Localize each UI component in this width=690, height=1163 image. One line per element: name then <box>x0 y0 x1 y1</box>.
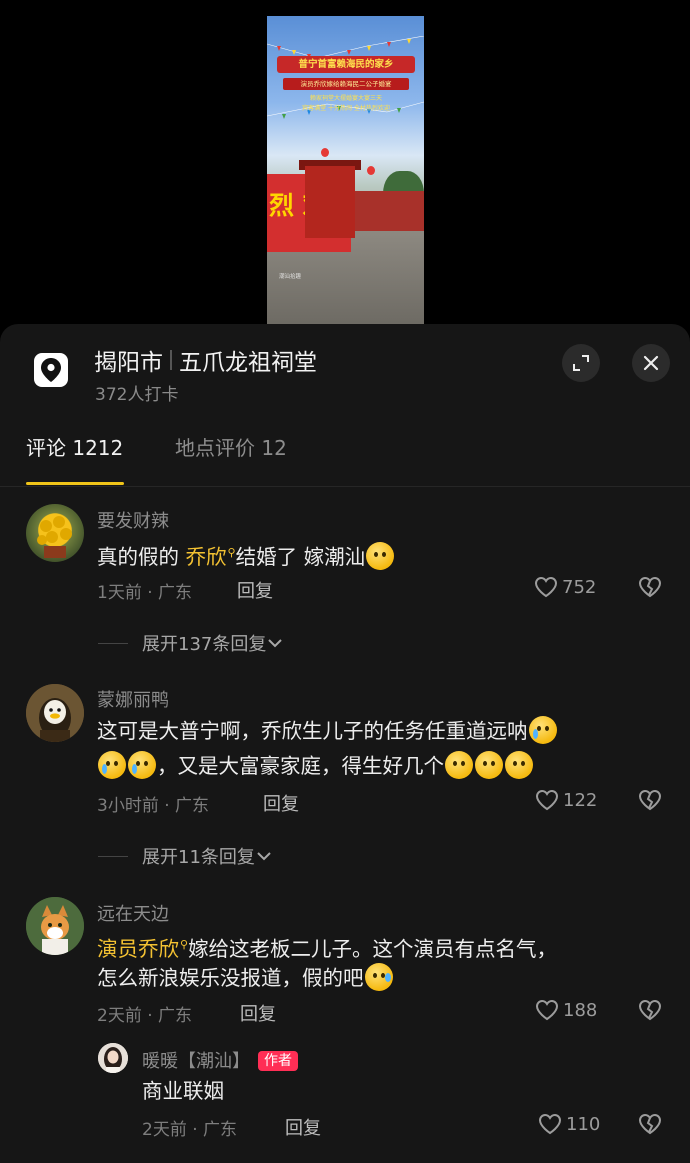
heart-icon <box>535 789 559 811</box>
like-button[interactable]: 752 <box>534 576 596 598</box>
crying-face-emoji-icon <box>528 716 557 744</box>
pleading-face-emoji-icon <box>475 751 503 779</box>
reply-text: 商业联姻 <box>142 1079 224 1103</box>
author-badge: 作者 <box>258 1051 298 1071</box>
video-title: 普宁首富赖海民的家乡 <box>277 56 415 73</box>
fullscreen-button[interactable] <box>562 344 600 382</box>
chevron-down-icon <box>268 639 283 648</box>
avatar[interactable] <box>26 897 84 955</box>
location-title[interactable]: 揭阳市 五爪龙祖祠堂 <box>94 342 317 378</box>
comment-text-part: 结婚了 嫁潮汕 <box>235 544 366 569</box>
pleading-face-emoji-icon <box>366 541 395 570</box>
avatar[interactable] <box>26 684 84 742</box>
comment-text-part: 真的假的 <box>97 544 186 569</box>
broken-heart-icon <box>638 999 662 1021</box>
heart-icon <box>535 999 559 1021</box>
location-pin-icon <box>34 353 68 387</box>
comment-meta: 3小时前 · 广东 <box>97 796 210 816</box>
expand-replies-button[interactable]: 展开137条回复 <box>98 630 284 656</box>
ceremonial-gate <box>305 166 355 238</box>
video-subtitle: 演员乔欣嫁给赖海民二公子婚宴 <box>283 78 409 90</box>
like-count: 122 <box>563 789 598 811</box>
avatar[interactable] <box>98 1043 128 1073</box>
mention-link[interactable]: 乔欣 <box>186 545 227 569</box>
reply-username-row: 暖暖【潮汕】 作者 <box>142 1047 298 1073</box>
comment-text-part: 这可是大普宁啊，乔欣生儿子的任务任重道远呐 <box>97 719 528 743</box>
dislike-button[interactable] <box>638 789 662 815</box>
close-button[interactable] <box>632 344 670 382</box>
search-icon: ⚲ <box>180 938 189 951</box>
comment-text-line2: ，又是大富豪家庭，得生好几个 <box>97 749 534 784</box>
mention-link[interactable]: 演员乔欣 <box>97 937 179 961</box>
reply-button[interactable]: 回复 <box>263 790 299 816</box>
location-place: 五爪龙祖祠堂 <box>179 350 317 376</box>
red-wall <box>355 191 424 231</box>
video-preview-area: 普宁首富赖海民的家乡 演员乔欣嫁给赖海民二公子婚宴 赖家祠堂大摆婚宴大宴三天 宾… <box>0 0 690 330</box>
comment-meta: 1天前 · 广东 <box>97 583 193 603</box>
lantern-icon <box>367 166 375 175</box>
comment-text-line2: 怎么新浪娱乐没报道，假的吧 <box>97 961 394 996</box>
divider-line <box>98 642 128 644</box>
close-icon <box>643 355 659 371</box>
title-separator <box>170 350 172 370</box>
avatar[interactable] <box>26 504 84 562</box>
dislike-button[interactable] <box>638 576 662 602</box>
expand-icon <box>573 355 589 371</box>
tab-comments[interactable]: 评论 1212 <box>26 432 123 461</box>
heart-icon <box>538 1113 562 1135</box>
laughing-tears-emoji-icon <box>364 963 393 991</box>
video-watermark: 潮汕拾趣 <box>279 274 302 280</box>
chevron-down-icon <box>257 852 271 861</box>
broken-heart-icon <box>638 576 662 598</box>
crying-face-emoji-icon <box>128 751 156 779</box>
active-tab-indicator <box>26 482 124 485</box>
comment-text-part: 怎么新浪娱乐没报道，假的吧 <box>97 966 364 990</box>
comment-text: 真的假的 乔欣⚲结婚了 嫁潮汕 <box>97 535 395 575</box>
pleading-face-emoji-icon <box>445 751 473 779</box>
comment-meta: 2天前 · 广东 <box>97 1006 193 1026</box>
comment-username[interactable]: 蒙娜丽鸭 <box>97 686 169 712</box>
video-caption-line: 赖家祠堂大摆婚宴大宴三天 <box>309 95 382 102</box>
pleading-face-emoji-icon <box>505 751 533 779</box>
comment-username[interactable]: 远在天边 <box>97 900 169 926</box>
reply-button[interactable]: 回复 <box>237 577 273 603</box>
heart-icon <box>534 576 558 598</box>
reply-meta: 2天前 · 广东 <box>142 1120 238 1140</box>
like-button[interactable]: 122 <box>535 789 597 811</box>
tab-divider <box>0 486 690 487</box>
dislike-button[interactable] <box>638 999 662 1025</box>
reply-username[interactable]: 暖暖【潮汕】 <box>142 1051 250 1072</box>
expand-replies-label: 展开11条回复 <box>142 847 255 868</box>
comment-username[interactable]: 要发财辣 <box>97 507 169 533</box>
broken-heart-icon <box>638 1113 662 1135</box>
like-count: 188 <box>563 999 598 1021</box>
expand-replies-label: 展开137条回复 <box>142 634 267 655</box>
crying-face-emoji-icon <box>98 751 126 779</box>
broken-heart-icon <box>638 789 662 811</box>
dislike-button[interactable] <box>638 1113 662 1139</box>
like-count: 110 <box>566 1113 601 1135</box>
like-button[interactable]: 110 <box>538 1113 600 1135</box>
like-count: 752 <box>562 576 597 598</box>
reply-button[interactable]: 回复 <box>285 1114 321 1140</box>
expand-replies-button[interactable]: 展开11条回复 <box>98 843 273 869</box>
search-icon: ⚲ <box>227 546 236 559</box>
checkin-count: 372人打卡 <box>95 385 179 405</box>
location-city: 揭阳市 <box>94 350 163 376</box>
video-caption-line: 宾客满堂 十分热闹 全村热烈欢迎 <box>302 105 390 112</box>
comment-text-part: 嫁给这老板二儿子。这个演员有点名气， <box>188 936 558 961</box>
lantern-icon <box>321 148 329 157</box>
divider-line <box>98 855 128 857</box>
like-button[interactable]: 188 <box>535 999 597 1021</box>
comment-text-part: ，又是大富豪家庭，得生好几个 <box>157 754 444 778</box>
video-thumbnail[interactable]: 普宁首富赖海民的家乡 演员乔欣嫁给赖海民二公子婚宴 赖家祠堂大摆婚宴大宴三天 宾… <box>267 16 424 326</box>
comment-text: 这可是大普宁啊，乔欣生儿子的任务任重道远呐 <box>97 714 558 749</box>
tab-location-reviews[interactable]: 地点评价 12 <box>175 432 287 461</box>
reply-button[interactable]: 回复 <box>240 1000 276 1026</box>
